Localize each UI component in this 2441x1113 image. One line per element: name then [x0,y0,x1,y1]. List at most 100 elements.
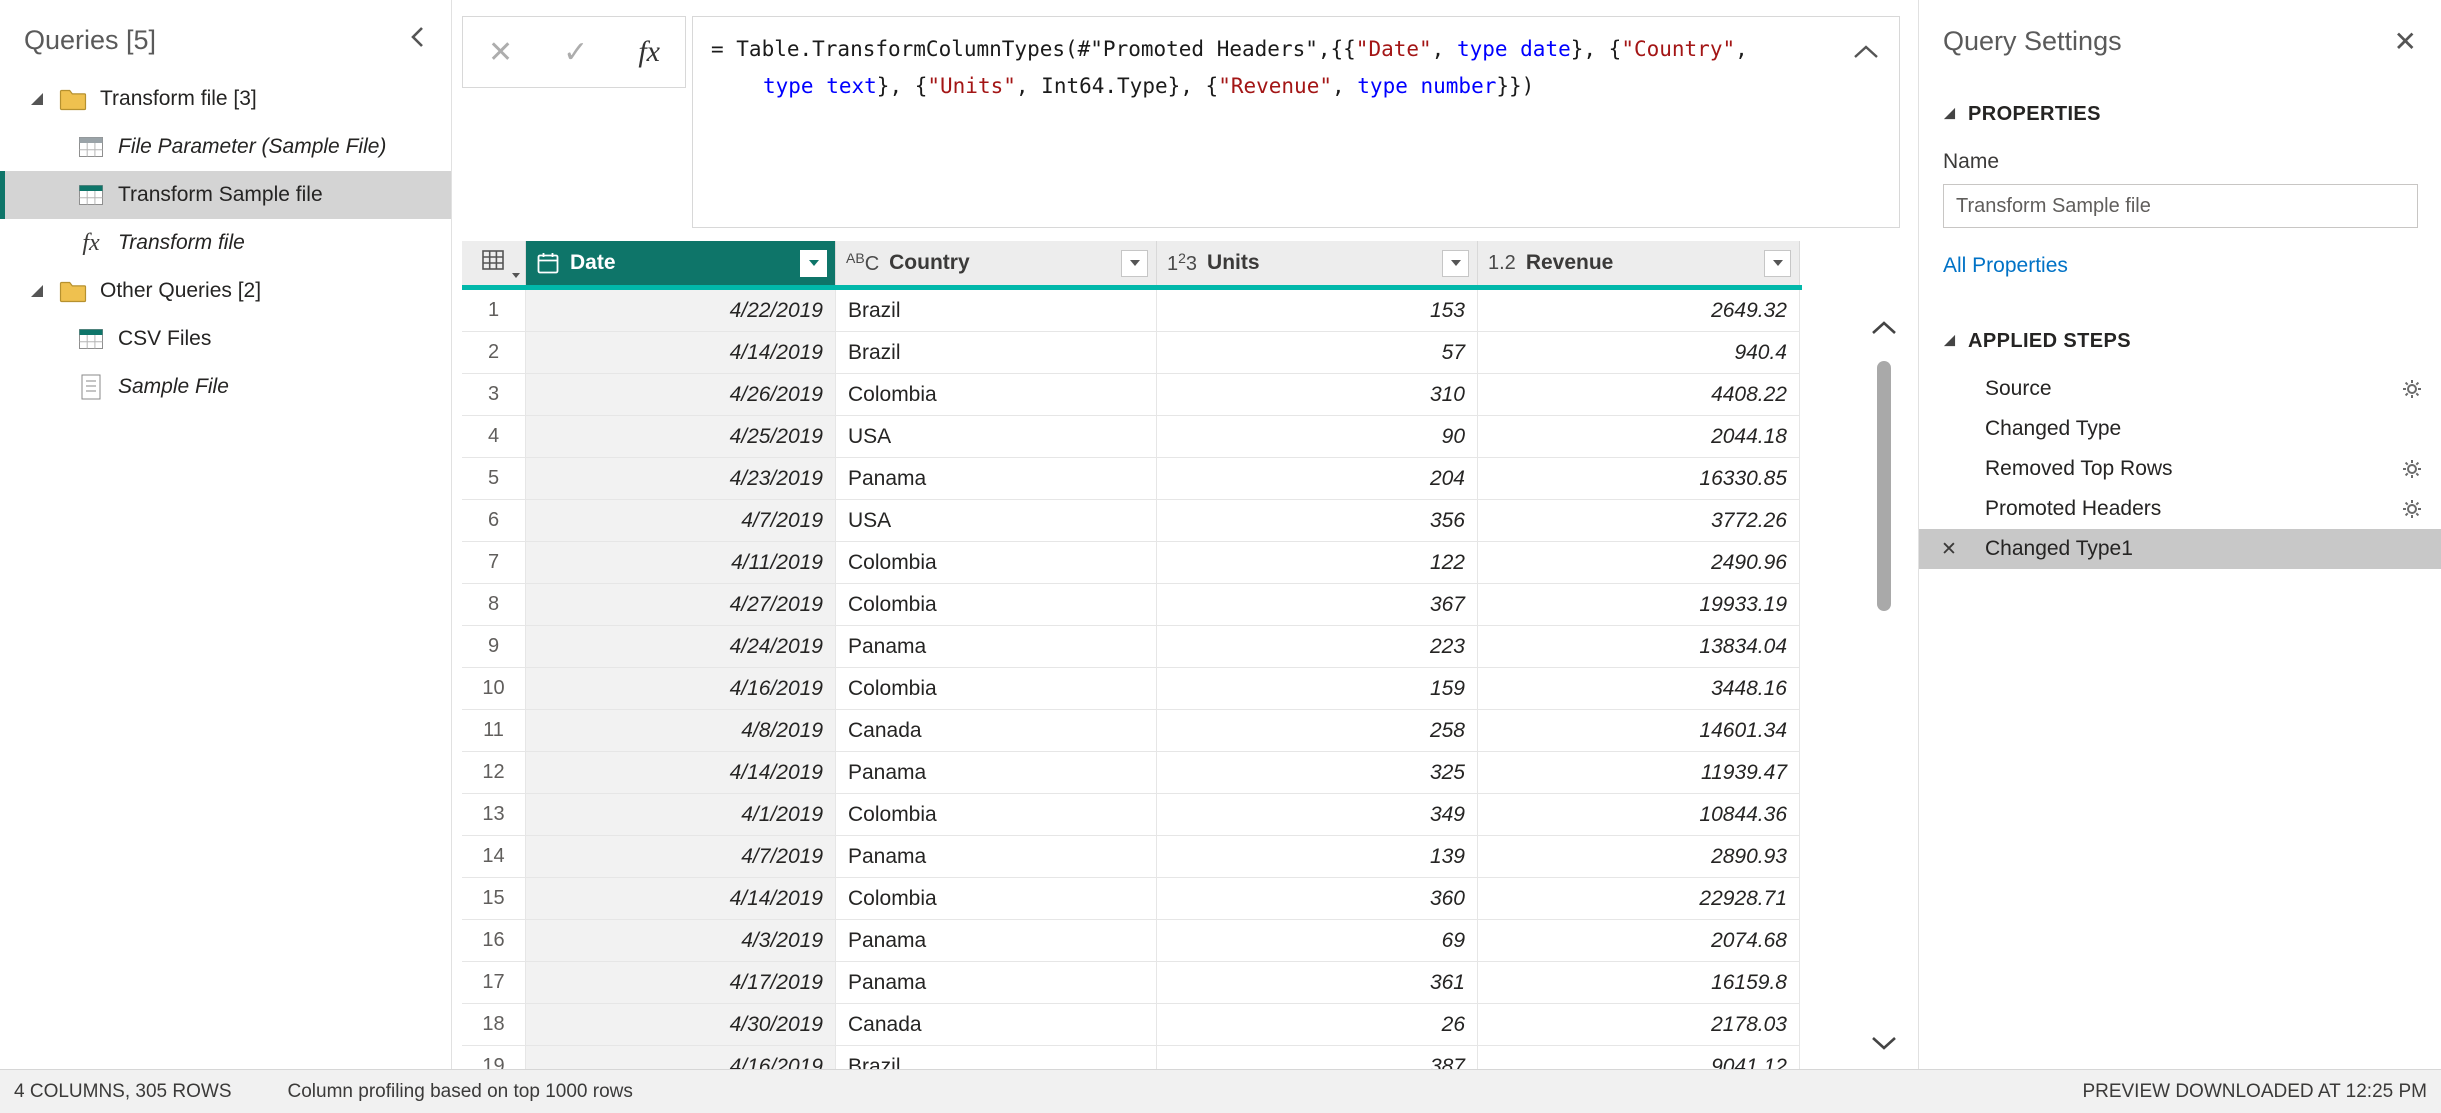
cell-country[interactable]: USA [836,416,1157,458]
cell-revenue[interactable]: 16159.8 [1478,962,1800,1004]
cell-date[interactable]: 4/7/2019 [526,500,836,542]
cell-date[interactable]: 4/1/2019 [526,794,836,836]
row-number[interactable]: 4 [462,416,526,458]
cell-date[interactable]: 4/14/2019 [526,752,836,794]
cell-country[interactable]: Panama [836,836,1157,878]
row-number[interactable]: 8 [462,584,526,626]
close-pane-icon[interactable]: ✕ [2394,28,2417,56]
cell-country[interactable]: Brazil [836,290,1157,332]
cell-units[interactable]: 325 [1157,752,1478,794]
cell-country[interactable]: Panama [836,626,1157,668]
cell-units[interactable]: 122 [1157,542,1478,584]
query-item[interactable]: Other Queries [2] [0,267,451,315]
cell-revenue[interactable]: 14601.34 [1478,710,1800,752]
cell-country[interactable]: USA [836,500,1157,542]
cell-revenue[interactable]: 13834.04 [1478,626,1800,668]
cell-revenue[interactable]: 2490.96 [1478,542,1800,584]
cell-date[interactable]: 4/30/2019 [526,1004,836,1046]
query-item[interactable]: Transform file [3] [0,75,451,123]
query-item[interactable]: Sample File [0,363,451,411]
properties-section-header[interactable]: PROPERTIES [1919,103,2441,126]
cell-country[interactable]: Panama [836,752,1157,794]
delete-step-icon[interactable]: ✕ [1941,538,1957,561]
cell-units[interactable]: 57 [1157,332,1478,374]
cell-date[interactable]: 4/16/2019 [526,668,836,710]
scrollbar-thumb[interactable] [1877,361,1891,611]
cell-date[interactable]: 4/7/2019 [526,836,836,878]
scroll-up-icon[interactable] [1864,320,1904,341]
cell-country[interactable]: Colombia [836,794,1157,836]
cell-units[interactable]: 159 [1157,668,1478,710]
cell-units[interactable]: 69 [1157,920,1478,962]
row-number[interactable]: 18 [462,1004,526,1046]
row-number[interactable]: 7 [462,542,526,584]
query-item[interactable]: Transform Sample file [0,171,451,219]
cell-date[interactable]: 4/26/2019 [526,374,836,416]
cell-revenue[interactable]: 2044.18 [1478,416,1800,458]
cell-date[interactable]: 4/14/2019 [526,332,836,374]
filter-dropdown-button[interactable] [1442,250,1469,277]
cell-units[interactable]: 360 [1157,878,1478,920]
column-header-date[interactable]: Date [526,241,836,285]
column-header-units[interactable]: 123Units [1157,241,1478,285]
row-number[interactable]: 9 [462,626,526,668]
cell-units[interactable]: 258 [1157,710,1478,752]
column-header-revenue[interactable]: 1.2Revenue [1478,241,1800,285]
cell-date[interactable]: 4/8/2019 [526,710,836,752]
cell-revenue[interactable]: 10844.36 [1478,794,1800,836]
cell-revenue[interactable]: 16330.85 [1478,458,1800,500]
step-settings-gear-icon[interactable] [2401,498,2423,526]
row-number[interactable]: 15 [462,878,526,920]
select-all-columns-button[interactable] [462,241,526,285]
cell-country[interactable]: Panama [836,458,1157,500]
cell-units[interactable]: 153 [1157,290,1478,332]
cell-revenue[interactable]: 2178.03 [1478,1004,1800,1046]
cell-date[interactable]: 4/3/2019 [526,920,836,962]
row-number[interactable]: 16 [462,920,526,962]
cell-units[interactable]: 26 [1157,1004,1478,1046]
cell-revenue[interactable]: 19933.19 [1478,584,1800,626]
cell-units[interactable]: 361 [1157,962,1478,1004]
cell-country[interactable]: Colombia [836,542,1157,584]
cell-country[interactable]: Panama [836,920,1157,962]
row-number[interactable]: 10 [462,668,526,710]
filter-dropdown-button[interactable] [1764,250,1791,277]
cell-units[interactable]: 139 [1157,836,1478,878]
commit-formula-icon[interactable]: ✓ [563,35,588,70]
row-number[interactable]: 2 [462,332,526,374]
row-number[interactable]: 3 [462,374,526,416]
cell-date[interactable]: 4/14/2019 [526,878,836,920]
query-item[interactable]: fxTransform file [0,219,451,267]
cancel-formula-icon[interactable]: ✕ [488,35,513,70]
formula-bar[interactable]: = Table.TransformColumnTypes(#"Promoted … [692,16,1900,228]
cell-revenue[interactable]: 3448.16 [1478,668,1800,710]
cell-country[interactable]: Colombia [836,668,1157,710]
cell-revenue[interactable]: 940.4 [1478,332,1800,374]
row-number[interactable]: 12 [462,752,526,794]
applied-step[interactable]: Changed Type [1919,409,2441,449]
filter-dropdown-button[interactable] [800,250,827,277]
column-header-country[interactable]: ABCCountry [836,241,1157,285]
cell-country[interactable]: Colombia [836,878,1157,920]
cell-revenue[interactable]: 2649.32 [1478,290,1800,332]
cell-revenue[interactable]: 3772.26 [1478,500,1800,542]
applied-step[interactable]: ✕Changed Type1 [1919,529,2441,569]
cell-country[interactable]: Brazil [836,332,1157,374]
query-item[interactable]: CSV Files [0,315,451,363]
cell-units[interactable]: 204 [1157,458,1478,500]
expand-arrow-icon[interactable] [30,284,48,298]
filter-dropdown-button[interactable] [1121,250,1148,277]
cell-revenue[interactable]: 4408.22 [1478,374,1800,416]
collapse-section-icon[interactable] [1943,330,1956,353]
cell-revenue[interactable]: 11939.47 [1478,752,1800,794]
query-item[interactable]: File Parameter (Sample File) [0,123,451,171]
row-number[interactable]: 1 [462,290,526,332]
cell-country[interactable]: Panama [836,962,1157,1004]
row-number[interactable]: 5 [462,458,526,500]
query-name-input[interactable] [1943,184,2418,228]
applied-step[interactable]: Promoted Headers [1919,489,2441,529]
applied-step[interactable]: Source [1919,369,2441,409]
collapse-formula-icon[interactable] [1851,35,1881,72]
cell-units[interactable]: 367 [1157,584,1478,626]
applied-step[interactable]: Removed Top Rows [1919,449,2441,489]
